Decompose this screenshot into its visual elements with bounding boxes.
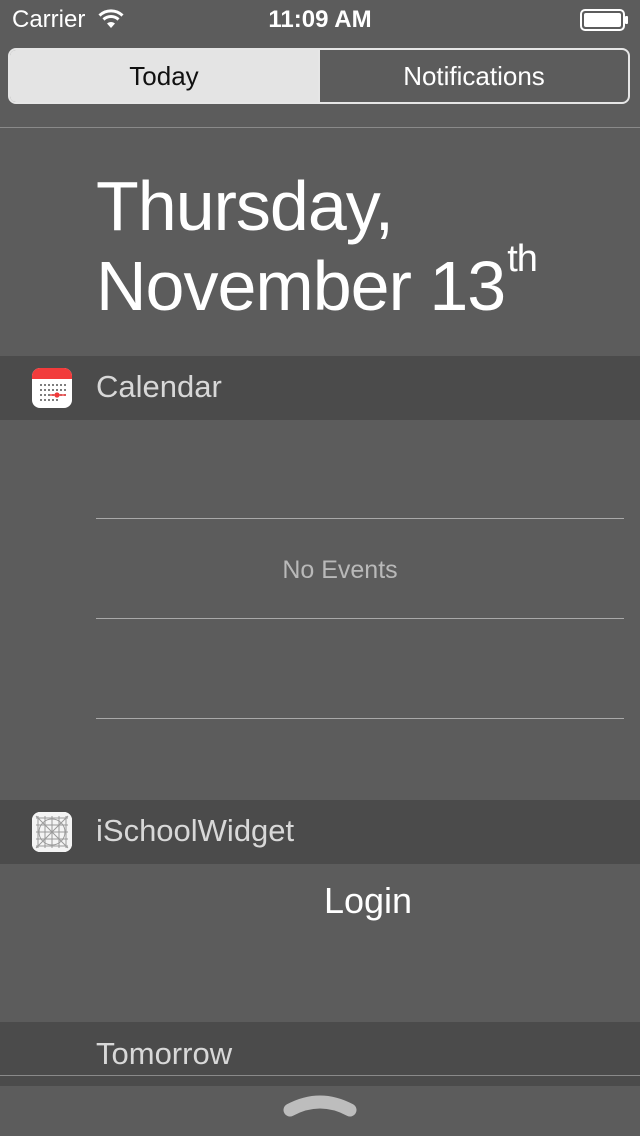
status-bar: Carrier 11:09 AM (0, 0, 640, 40)
calendar-divider-top (96, 518, 624, 519)
calendar-app-icon (32, 368, 72, 408)
tomorrow-section-header: Tomorrow (0, 1022, 640, 1086)
ischoolwidget-section-title: iSchoolWidget (96, 813, 295, 848)
login-button[interactable]: Login (96, 880, 640, 922)
tab-today[interactable]: Today (10, 50, 318, 102)
tab-notifications[interactable]: Notifications (318, 50, 628, 102)
calendar-divider-bottom (96, 718, 624, 719)
chevron-up-grabber-icon[interactable] (282, 1090, 358, 1120)
date-weekday: Thursday, (96, 167, 394, 245)
ischoolwidget-app-icon (32, 812, 72, 852)
date-month-day: November 13th (96, 240, 538, 326)
calendar-divider-middle (96, 618, 624, 619)
calendar-section-title: Calendar (96, 369, 222, 404)
bottom-divider (0, 1075, 640, 1076)
tomorrow-section-title: Tomorrow (96, 1036, 233, 1071)
calendar-section-header[interactable]: Calendar (0, 356, 640, 420)
date-ordinal-suffix: th (507, 238, 538, 280)
date-month-day-text: November 13 (96, 247, 506, 325)
date-heading: Thursday, November 13th (96, 166, 538, 326)
header-divider (0, 127, 640, 128)
battery-icon (580, 9, 630, 31)
status-time: 11:09 AM (268, 6, 372, 33)
ischoolwidget-section-header[interactable]: iSchoolWidget (0, 800, 640, 864)
no-events-label: No Events (282, 556, 398, 584)
today-notifications-segmented-control: Today Notifications (8, 48, 630, 104)
